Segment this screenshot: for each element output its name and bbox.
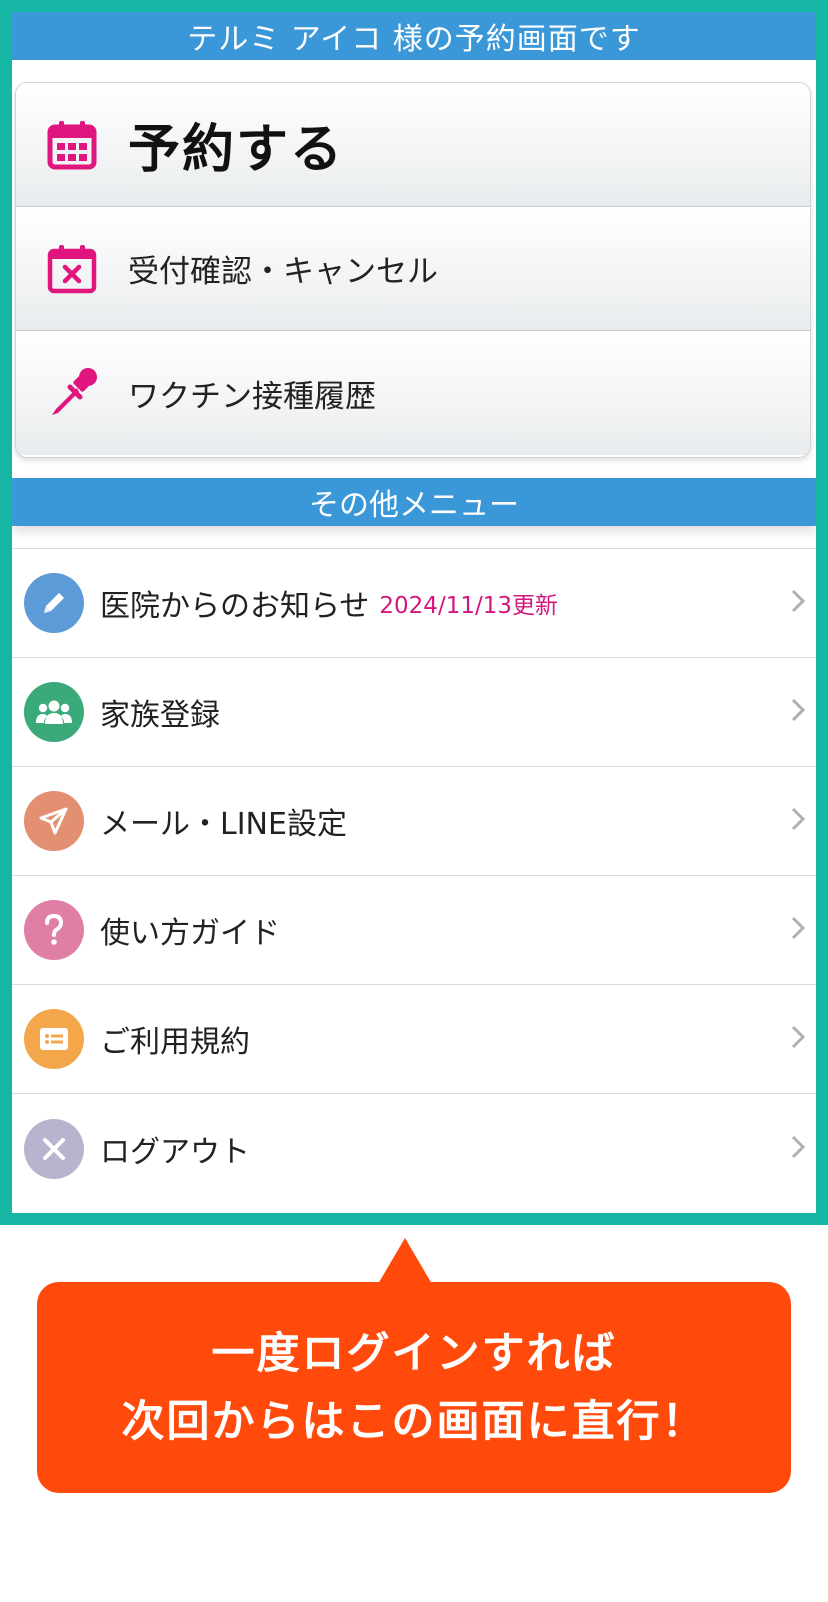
calendar-icon xyxy=(44,117,100,173)
menu-label-terms: ご利用規約 xyxy=(100,1025,250,1060)
chevron-right-icon xyxy=(790,588,806,618)
send-icon xyxy=(24,791,84,851)
close-icon xyxy=(24,1118,84,1179)
app-screen: テルミ アイコ 様の予約画面です 予約する 受付確認・キャンセル ワクチン接種履… xyxy=(0,0,828,1225)
confirm-cancel-label: 受付確認・キャンセル xyxy=(128,254,438,290)
other-menu-list: 医院からのお知らせ 2024/11/13更新 家族登録 メール・LINE設定 使… xyxy=(12,548,816,1203)
chevron-right-icon xyxy=(790,915,806,945)
main-menu-card: 予約する 受付確認・キャンセル ワクチン接種履歴 xyxy=(15,82,811,458)
header-title: テルミ アイコ 様の予約画面です xyxy=(187,22,641,57)
chevron-right-icon xyxy=(790,1134,806,1164)
menu-label-logout: ログアウト xyxy=(100,1134,250,1170)
menu-item-notices[interactable]: 医院からのお知らせ 2024/11/13更新 xyxy=(12,549,816,658)
calendar-cancel-icon xyxy=(44,241,100,297)
menu-label-mail-line: メール・LINE設定 xyxy=(100,807,347,842)
menu-item-family[interactable]: 家族登録 xyxy=(12,658,816,767)
updated-date-badge: 2024/11/13更新 xyxy=(379,593,558,619)
vaccine-history-label: ワクチン接種履歴 xyxy=(128,378,376,415)
question-icon xyxy=(24,900,84,960)
other-menu-header: その他メニュー xyxy=(12,478,816,526)
menu-label-family: 家族登録 xyxy=(100,698,220,733)
other-menu-title: その他メニュー xyxy=(309,488,519,523)
menu-label-notices: 医院からのお知らせ xyxy=(100,589,370,624)
chevron-right-icon xyxy=(790,806,806,836)
family-icon xyxy=(24,682,84,742)
menu-label-guide: 使い方ガイド xyxy=(100,916,280,951)
menu-item-mail-line[interactable]: メール・LINE設定 xyxy=(12,767,816,876)
reserve-label: 予約する xyxy=(128,120,345,180)
header-bar: テルミ アイコ 様の予約画面です xyxy=(12,12,816,60)
chevron-right-icon xyxy=(790,697,806,727)
menu-item-logout[interactable]: ログアウト xyxy=(12,1094,816,1203)
callout-line-2: 次回からはこの画面に直行！ xyxy=(121,1396,707,1447)
menu-item-terms[interactable]: ご利用規約 xyxy=(12,985,816,1094)
vaccine-history-button[interactable]: ワクチン接種履歴 xyxy=(16,331,810,455)
dropper-icon xyxy=(44,365,100,421)
menu-item-guide[interactable]: 使い方ガイド xyxy=(12,876,816,985)
pencil-icon xyxy=(24,573,84,633)
reserve-button[interactable]: 予約する xyxy=(16,83,810,207)
callout-bubble: 一度ログインすれば 次回からはこの画面に直行！ xyxy=(37,1282,791,1493)
confirm-cancel-button[interactable]: 受付確認・キャンセル xyxy=(16,207,810,331)
chevron-right-icon xyxy=(790,1024,806,1054)
document-icon xyxy=(24,1009,84,1069)
callout-line-1: 一度ログインすれば xyxy=(211,1328,617,1379)
callout-pointer xyxy=(378,1238,432,1284)
